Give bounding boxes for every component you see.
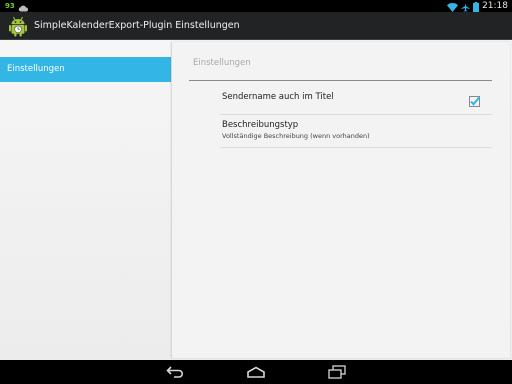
back-icon[interactable] [164, 364, 188, 380]
pref-title: Beschreibungstyp [222, 120, 299, 130]
settings-content: Einstellungen Einstellungen Sendername a… [0, 40, 512, 360]
pref-divider [220, 147, 492, 148]
android-robot-icon[interactable] [7, 15, 29, 37]
pref-title: Sendername auch im Titel [222, 92, 334, 102]
category-divider [189, 80, 492, 81]
page-title: SimpleKalenderExport-Plugin Einstellunge… [34, 20, 240, 31]
pref-beschreibungstyp[interactable]: Beschreibungstyp Vollständige Beschreibu… [220, 114, 492, 147]
pref-sendername-im-titel[interactable]: Sendername auch im Titel [220, 82, 492, 114]
sidebar-item-einstellungen[interactable]: Einstellungen [0, 57, 171, 82]
clock: 21:18 [482, 1, 508, 11]
status-notifications: 93 [5, 1, 28, 11]
recents-icon[interactable] [325, 364, 349, 380]
sendername-checkbox[interactable] [469, 92, 481, 107]
checkmark-icon [469, 96, 481, 107]
home-icon[interactable] [244, 364, 268, 380]
headers-sidebar: Einstellungen [0, 40, 171, 360]
preferences-panel: Einstellungen Sendername auch im Titel B… [171, 42, 510, 358]
navigation-bar [0, 360, 512, 384]
category-title: Einstellungen [193, 58, 251, 68]
pref-summary: Vollständige Beschreibung (wenn vorhande… [222, 132, 370, 140]
status-bar: 93 21:18 [0, 0, 512, 12]
notification-count: 93 [5, 2, 15, 10]
status-system-icons: 21:18 [447, 0, 508, 12]
sidebar-item-label: Einstellungen [7, 64, 65, 74]
action-bar: SimpleKalenderExport-Plugin Einstellunge… [0, 12, 512, 40]
